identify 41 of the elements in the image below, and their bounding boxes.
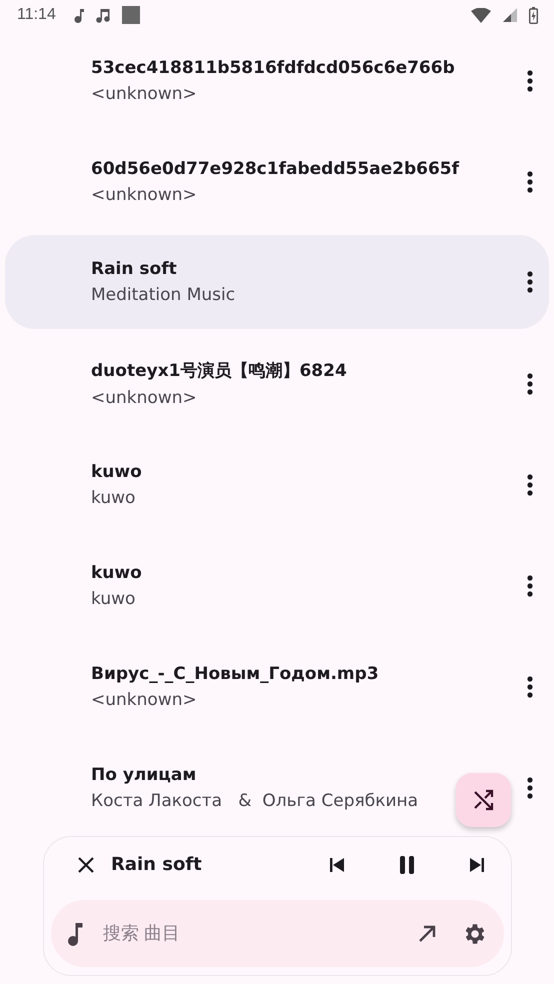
- track-artist: <unknown>: [91, 388, 197, 408]
- pause-icon: [399, 856, 415, 874]
- skip-previous-icon: [329, 856, 345, 873]
- track-title: Rain soft: [91, 259, 177, 279]
- close-icon: [77, 856, 95, 874]
- shuffle-icon: [472, 788, 496, 812]
- music-note-icon: [67, 922, 83, 946]
- wifi-icon: [471, 8, 491, 22]
- battery-icon: [529, 6, 538, 24]
- track-artist: Коста Лакоста & Ольга Серябкина: [91, 790, 418, 810]
- track-title: duoteyx1号演员【鸣潮】6824: [91, 360, 347, 382]
- track-artist: Meditation Music: [91, 285, 236, 305]
- track-artist: <unknown>: [91, 184, 197, 204]
- track-title: kuwo: [91, 562, 142, 582]
- track-artist: kuwo: [91, 488, 136, 508]
- track-title: По улицам: [91, 764, 196, 784]
- track-artist: kuwo: [91, 588, 136, 608]
- music-note-icon: [74, 7, 84, 23]
- track-title: Вирус_-_С_Новым_Годом.mp3: [91, 664, 379, 684]
- skip-next-icon: [469, 856, 485, 873]
- selected-track-row[interactable]: Rain soft Meditation Music: [5, 235, 549, 329]
- track-title: 60d56e0d77e928c1fabedd55ae2b665f: [91, 158, 460, 178]
- player-title: Rain soft: [111, 854, 203, 876]
- track-title: 53cec418811b5816fdfdcd056c6e766b: [91, 58, 455, 78]
- status-time: 11:14: [17, 6, 56, 24]
- more-icon[interactable]: [527, 271, 533, 293]
- signal-icon: [503, 8, 517, 22]
- more-icon[interactable]: [527, 574, 533, 596]
- music-notes-icon: [96, 8, 110, 22]
- square-icon: [122, 6, 140, 24]
- track-artist: <unknown>: [91, 690, 197, 710]
- more-icon[interactable]: [527, 170, 533, 192]
- search-field[interactable]: 搜索 曲目: [101, 922, 394, 946]
- track-title: kuwo: [91, 462, 142, 482]
- more-icon[interactable]: [527, 776, 533, 798]
- more-icon[interactable]: [527, 70, 533, 92]
- shuffle-button[interactable]: [456, 773, 511, 827]
- track-artist: <unknown>: [91, 84, 197, 104]
- more-icon[interactable]: [527, 676, 533, 698]
- more-icon[interactable]: [527, 474, 533, 496]
- more-icon[interactable]: [527, 372, 533, 394]
